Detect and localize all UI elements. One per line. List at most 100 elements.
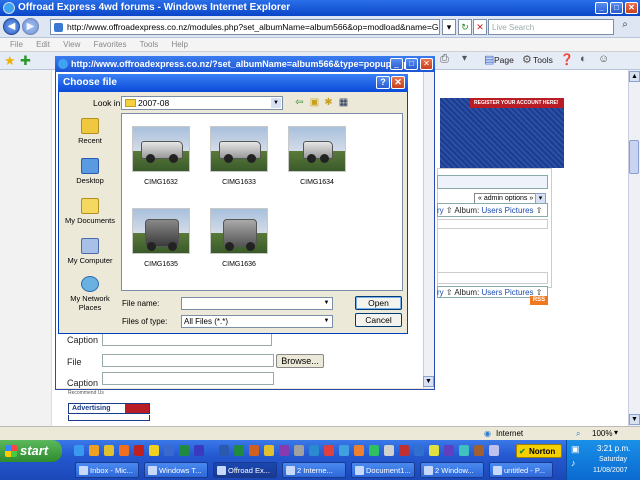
network-tray-icon[interactable]: ▣ [571,444,580,455]
file-item[interactable]: CIMG1636 [210,208,268,268]
word-quicklaunch-icon[interactable] [219,445,229,456]
refresh-icon[interactable]: ↻ [458,19,472,35]
stop-icon[interactable]: ✕ [473,19,487,35]
zoom-dropdown-icon[interactable]: ▾ [614,428,618,437]
favorites-star-icon[interactable]: ★ [4,53,16,69]
rss-badge[interactable]: RSS [530,296,548,305]
scroll-down-icon[interactable]: ▼ [629,414,640,425]
app16-quicklaunch-icon[interactable] [444,445,454,456]
media-quicklaunch-icon[interactable] [119,445,129,456]
clock-time[interactable]: 3:21 p.m. [597,444,630,453]
file-list[interactable]: CIMG1632 CIMG1633 CIMG1634 CIMG1635 CIMG… [121,113,403,291]
popup-scrollbar[interactable] [423,72,434,388]
caption-input-2[interactable] [102,372,274,385]
volume-tray-icon[interactable]: ♪ [571,458,576,468]
task-button[interactable]: Windows T... [144,462,208,478]
file-item[interactable]: CIMG1635 [132,208,190,268]
app11-quicklaunch-icon[interactable] [369,445,379,456]
tools-gear-icon[interactable]: ⚙ [522,53,532,66]
app12-quicklaunch-icon[interactable] [384,445,394,456]
look-in-select[interactable]: 2007-08 ▼ [121,96,283,110]
scroll-up-icon[interactable]: ▲ [629,71,640,82]
app18-quicklaunch-icon[interactable] [474,445,484,456]
files-of-type-select[interactable]: All Files (*.*) ▼ [181,315,333,328]
add-favorite-icon[interactable]: ✚ [20,53,31,69]
app5-quicklaunch-icon[interactable] [194,445,204,456]
app19-quicklaunch-icon[interactable] [489,445,499,456]
app7-quicklaunch-icon[interactable] [309,445,319,456]
norton-button[interactable]: ✔ Norton [516,444,562,458]
file-item[interactable]: CIMG1634 [288,126,346,186]
file-path-input[interactable] [102,354,274,367]
up-arrow-icon[interactable]: ⇧ [446,288,453,297]
access-quicklaunch-icon[interactable] [279,445,289,456]
place-my-documents[interactable]: My Documents [62,198,118,225]
app15-quicklaunch-icon[interactable] [429,445,439,456]
task-button-active[interactable]: Offroad Ex... [213,462,277,478]
place-my-computer[interactable]: My Computer [62,238,118,265]
maximize-icon[interactable]: □ [610,2,623,14]
look-in-dropdown-icon[interactable]: ▼ [271,98,281,108]
up-folder-icon[interactable]: ▣ [308,96,321,109]
cancel-button[interactable]: Cancel [355,313,402,327]
popup-minimize-icon[interactable]: _ [390,58,403,70]
page-menu-label[interactable]: Page [494,55,514,65]
app9-quicklaunch-icon[interactable] [339,445,349,456]
search-input[interactable]: Live Search [488,19,614,35]
task-button[interactable]: Document1... [351,462,415,478]
print-icon[interactable]: ⎙ [440,53,449,66]
new-folder-icon[interactable]: ✱ [322,96,335,109]
popup-maximize-icon[interactable]: □ [405,58,418,70]
task-button[interactable]: 2 Interne... [282,462,346,478]
gallery-fragment[interactable]: ry [437,288,444,297]
popup-close-icon[interactable]: ✕ [420,58,433,70]
menu-view[interactable]: View [63,40,80,49]
research-icon[interactable]: ◐ [580,53,587,65]
app8-quicklaunch-icon[interactable] [324,445,334,456]
file-name-input[interactable]: ▼ [181,297,333,310]
view-menu-icon[interactable]: ▦ [337,96,350,109]
address-bar[interactable]: http://www.offroadexpress.co.nz/modules.… [50,19,440,35]
search-icon[interactable]: ⌕ [616,19,634,35]
back-arrow-icon[interactable]: ⇦ [293,96,306,109]
place-recent[interactable]: Recent [62,118,118,145]
menu-tools[interactable]: Tools [140,40,159,49]
file-name-dropdown-icon[interactable]: ▼ [322,299,331,308]
tools-menu-label[interactable]: Tools [533,55,553,65]
files-of-type-dropdown-icon[interactable]: ▼ [322,317,331,326]
zoom-level[interactable]: 100% [592,429,612,438]
close-icon[interactable]: ✕ [625,2,638,14]
firefox-quicklaunch-icon[interactable] [89,445,99,456]
album-link[interactable]: Users Pictures [482,288,534,297]
register-banner[interactable]: REGISTER YOUR ACCOUNT HERE! [470,98,564,108]
place-my-network[interactable]: My Network Places [62,276,118,312]
start-button[interactable]: start [0,440,62,462]
app3-quicklaunch-icon[interactable] [164,445,174,456]
dialog-help-icon[interactable]: ? [376,76,390,89]
task-button[interactable]: untitled - P... [489,462,553,478]
back-icon[interactable]: ◀ [3,18,20,35]
up-arrow-icon[interactable]: ⇧ [536,206,543,215]
album-link[interactable]: Users Pictures [482,206,534,215]
menu-favorites[interactable]: Favorites [94,40,127,49]
app13-quicklaunch-icon[interactable] [399,445,409,456]
ie-quicklaunch-icon[interactable] [74,445,84,456]
menu-edit[interactable]: Edit [36,40,50,49]
outlook-quicklaunch-icon[interactable] [264,445,274,456]
ppt-quicklaunch-icon[interactable] [249,445,259,456]
app-quicklaunch-icon[interactable] [134,445,144,456]
help-icon[interactable]: ❓ [560,53,574,66]
excel-quicklaunch-icon[interactable] [234,445,244,456]
forward-icon[interactable]: ▶ [22,18,39,35]
app10-quicklaunch-icon[interactable] [354,445,364,456]
print-dropdown-icon[interactable]: ▾ [462,53,467,64]
folder-quicklaunch-icon[interactable] [104,445,114,456]
app2-quicklaunch-icon[interactable] [149,445,159,456]
task-button[interactable]: Inbox - Mic... [75,462,139,478]
app6-quicklaunch-icon[interactable] [294,445,304,456]
page-scroll-thumb[interactable] [629,140,639,174]
app4-quicklaunch-icon[interactable] [179,445,189,456]
address-dropdown-icon[interactable]: ▾ [442,19,456,35]
page-scrollbar[interactable] [628,70,640,426]
dialog-close-icon[interactable]: ✕ [391,76,405,89]
